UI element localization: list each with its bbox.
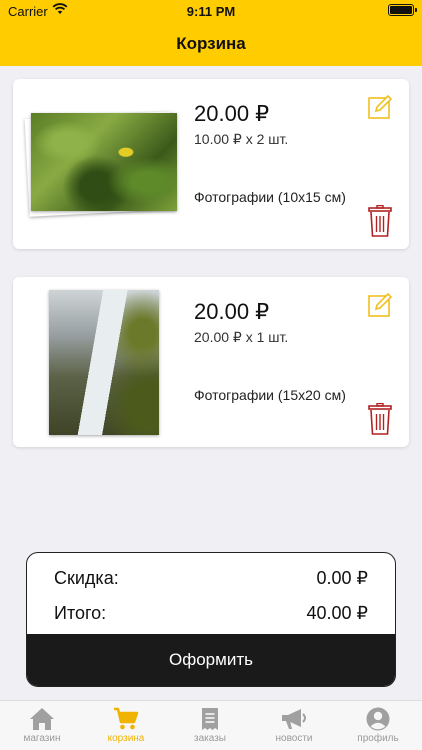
tab-label: новости [275, 733, 313, 744]
checkout-button[interactable]: Оформить [27, 634, 395, 686]
total-row: Итого: 40.00 ₽ [54, 603, 368, 624]
status-bar: Carrier 9:11 PM [0, 0, 422, 22]
tab-label: заказы [194, 733, 226, 744]
tab-label: корзина [107, 733, 145, 744]
header: Carrier 9:11 PM Корзина [0, 0, 422, 66]
total-label: Итого: [54, 603, 107, 623]
discount-row: Скидка: 0.00 ₽ [54, 568, 368, 589]
profile-icon [366, 707, 390, 731]
tab-news[interactable]: новости [252, 705, 336, 750]
tab-label: профиль [357, 733, 399, 744]
page-title: Корзина [176, 34, 246, 53]
battery-icon [388, 4, 417, 16]
cart-icon [114, 707, 139, 730]
edit-icon[interactable] [366, 93, 394, 121]
megaphone-icon [282, 709, 306, 729]
item-price: 20.00 ₽ [194, 299, 270, 324]
item-price: 20.00 ₽ [194, 101, 270, 126]
tab-cart[interactable]: корзина [84, 705, 168, 750]
order-summary: Скидка: 0.00 ₽ Итого: 40.00 ₽ Оформить [26, 552, 396, 687]
edit-icon[interactable] [366, 291, 394, 319]
tab-bar: магазин корзина заказы новости профиль [0, 700, 422, 750]
item-quantity: 10.00 ₽ x 2 шт. [194, 131, 289, 147]
tab-orders[interactable]: заказы [168, 705, 252, 750]
photo-thumbnail [49, 290, 159, 435]
trash-icon[interactable] [368, 403, 392, 435]
home-icon [30, 708, 54, 730]
discount-value: 0.00 ₽ [316, 568, 369, 588]
photo-thumbnail [24, 109, 177, 217]
total-value: 40.00 ₽ [306, 603, 369, 623]
cart-item[interactable]: 20.00 ₽ 20.00 ₽ x 1 шт. Фотографии (15x2… [13, 277, 409, 447]
item-quantity: 20.00 ₽ x 1 шт. [194, 329, 289, 345]
orders-icon [202, 708, 218, 730]
clock: 9:11 PM [186, 4, 236, 19]
discount-label: Скидка: [54, 568, 119, 588]
item-product: Фотографии (15x20 см) [194, 387, 346, 403]
tab-label: магазин [23, 733, 61, 744]
tab-shop[interactable]: магазин [0, 705, 84, 750]
cart-item[interactable]: 20.00 ₽ 10.00 ₽ x 2 шт. Фотографии (10x1… [13, 79, 409, 249]
item-product: Фотографии (10x15 см) [194, 189, 346, 205]
trash-icon[interactable] [368, 205, 392, 237]
tab-profile[interactable]: профиль [336, 705, 420, 750]
